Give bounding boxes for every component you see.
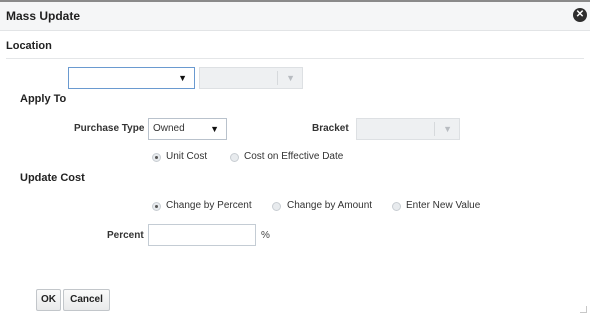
location-divider (6, 58, 584, 59)
unit-cost-radio[interactable] (152, 153, 161, 162)
percent-input[interactable] (148, 224, 256, 246)
purchase-type-select[interactable]: Owned ▼ (148, 118, 227, 140)
change-by-percent-label: Change by Percent (166, 200, 252, 211)
chevron-down-icon: ▼ (286, 73, 295, 83)
location-section-title: Location (6, 40, 52, 52)
enter-new-value-radio[interactable] (392, 202, 401, 211)
dialog-title: Mass Update (6, 9, 81, 23)
close-icon[interactable]: ✕ (573, 8, 587, 22)
percent-label: Percent (107, 230, 144, 241)
unit-cost-radio-label: Unit Cost (166, 151, 208, 162)
ok-button[interactable]: OK (36, 289, 61, 311)
enter-new-value-label: Enter New Value (406, 200, 481, 211)
resize-grip-icon[interactable] (580, 306, 587, 313)
mass-update-dialog: Mass Update ✕ Location ▼ ▼ Apply To Purc… (0, 0, 590, 318)
apply-to-section-title: Apply To (20, 93, 67, 105)
select-separator (434, 122, 435, 136)
change-by-amount-label: Change by Amount (287, 200, 373, 211)
chevron-down-icon: ▼ (210, 124, 219, 134)
percent-unit: % (261, 230, 270, 241)
location-select[interactable]: ▼ (68, 67, 195, 89)
cancel-button[interactable]: Cancel (63, 289, 110, 311)
change-by-percent-radio[interactable] (152, 202, 161, 211)
purchase-type-value: Owned (153, 123, 185, 134)
chevron-down-icon: ▼ (178, 73, 187, 83)
cost-on-effective-date-radio[interactable] (230, 153, 239, 162)
bracket-label: Bracket (312, 123, 349, 134)
cost-on-effective-date-label: Cost on Effective Date (244, 151, 344, 162)
update-cost-section-title: Update Cost (20, 172, 85, 184)
chevron-down-icon: ▼ (443, 124, 452, 134)
bracket-select: ▼ (356, 118, 460, 140)
purchase-type-label: Purchase Type (74, 123, 145, 134)
select-separator (277, 71, 278, 85)
dialog-header: Mass Update ✕ (0, 2, 590, 31)
change-by-amount-radio[interactable] (272, 202, 281, 211)
location-secondary-select: ▼ (199, 67, 303, 89)
